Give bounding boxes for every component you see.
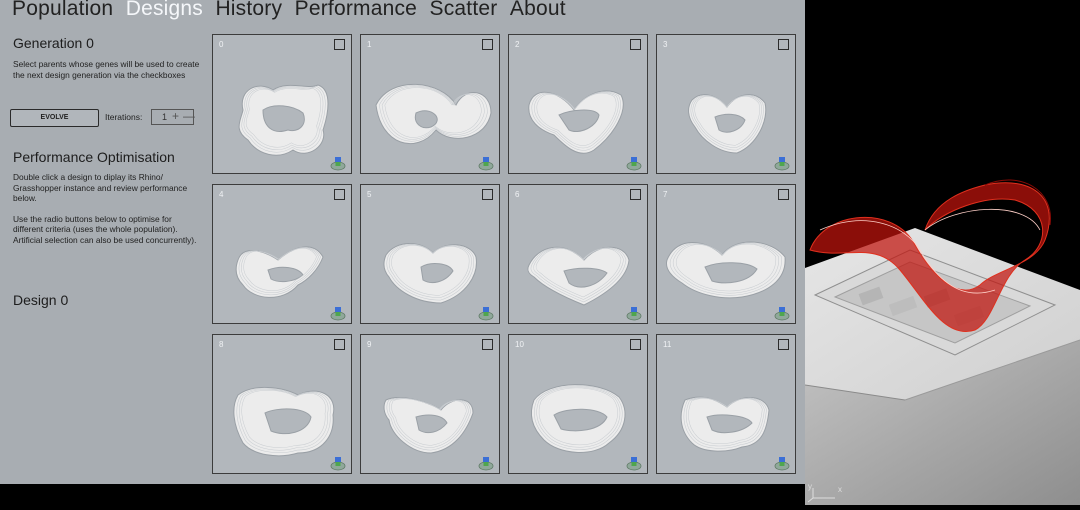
design-preview bbox=[531, 384, 626, 453]
design-preview bbox=[375, 83, 492, 145]
tab-scatter[interactable]: Scatter bbox=[430, 0, 498, 22]
design-cell[interactable]: 0 bbox=[212, 34, 352, 174]
rhino-icon[interactable] bbox=[330, 305, 346, 321]
increment-icon[interactable]: + bbox=[172, 109, 179, 123]
performance-description: Double click a design to diplay its Rhin… bbox=[13, 172, 188, 203]
design-cell[interactable]: 9 bbox=[360, 334, 500, 474]
design-preview bbox=[688, 94, 767, 154]
rhino-icon[interactable] bbox=[774, 455, 790, 471]
performance-title: Performance Optimisation bbox=[13, 149, 175, 165]
viewport-model bbox=[804, 179, 1080, 505]
design-cell[interactable]: 11 bbox=[656, 334, 796, 474]
axis-icon bbox=[807, 488, 835, 503]
decrement-icon[interactable]: — bbox=[183, 109, 195, 123]
generation-section: Generation 0 Select parents whose genes … bbox=[13, 34, 203, 80]
design-preview bbox=[233, 386, 335, 457]
rhino-icon[interactable] bbox=[478, 305, 494, 321]
design-cell[interactable]: 7 bbox=[656, 184, 796, 324]
evolve-button[interactable]: EVOLVE bbox=[10, 109, 99, 127]
design-preview bbox=[527, 246, 630, 306]
tab-performance[interactable]: Performance bbox=[295, 0, 417, 22]
rhino-icon[interactable] bbox=[626, 455, 642, 471]
design-title: Design 0 bbox=[13, 292, 69, 308]
evolve-controls: EVOLVE Iterations: 1 + — bbox=[10, 109, 200, 127]
rhino-icon[interactable] bbox=[774, 305, 790, 321]
design-cell[interactable]: 3 bbox=[656, 34, 796, 174]
iterations-stepper[interactable]: 1 + — bbox=[151, 109, 195, 125]
optimise-description: Use the radio buttons below to optimise … bbox=[13, 213, 197, 245]
design-cell[interactable]: 10 bbox=[508, 334, 648, 474]
rhino-icon[interactable] bbox=[478, 155, 494, 171]
tab-about[interactable]: About bbox=[510, 0, 566, 22]
tab-population[interactable]: Population bbox=[12, 0, 113, 22]
design-cell[interactable]: 8 bbox=[212, 334, 352, 474]
design-cell[interactable]: 1 bbox=[360, 34, 500, 174]
rhino-icon[interactable] bbox=[478, 455, 494, 471]
design-preview bbox=[383, 397, 474, 454]
design-preview bbox=[680, 396, 770, 452]
design-preview bbox=[235, 246, 324, 298]
rhino-icon[interactable] bbox=[774, 155, 790, 171]
rhino-icon[interactable] bbox=[330, 455, 346, 471]
rhino-icon[interactable] bbox=[626, 155, 642, 171]
iterations-value[interactable]: 1 bbox=[162, 112, 167, 122]
performance-section: Performance Optimisation Double click a … bbox=[13, 148, 203, 245]
design-preview bbox=[383, 243, 477, 304]
design-preview bbox=[238, 84, 329, 156]
design-cell[interactable]: 2 bbox=[508, 34, 648, 174]
rhino-icon[interactable] bbox=[626, 305, 642, 321]
generation-title: Generation 0 bbox=[13, 35, 94, 51]
generation-description: Select parents whose genes will be used … bbox=[13, 59, 200, 80]
axis-y-label: y bbox=[808, 482, 812, 491]
design-preview bbox=[666, 241, 786, 299]
design-preview bbox=[528, 90, 624, 154]
rhino-icon[interactable] bbox=[330, 155, 346, 171]
tab-designs[interactable]: Designs bbox=[126, 0, 203, 22]
iterations-label: Iterations: bbox=[105, 112, 143, 122]
design-cell[interactable]: 6 bbox=[508, 184, 648, 324]
design-cell[interactable]: 4 bbox=[212, 184, 352, 324]
rhino-viewport[interactable]: x y bbox=[804, 0, 1080, 505]
axis-widget: x y bbox=[805, 482, 865, 505]
designs-panel: Population Designs History Performance S… bbox=[0, 0, 805, 484]
tab-bar: Population Designs History Performance S… bbox=[12, 0, 574, 22]
tab-history[interactable]: History bbox=[215, 0, 282, 22]
axis-x-label: x bbox=[838, 485, 842, 494]
design-cell[interactable]: 5 bbox=[360, 184, 500, 324]
